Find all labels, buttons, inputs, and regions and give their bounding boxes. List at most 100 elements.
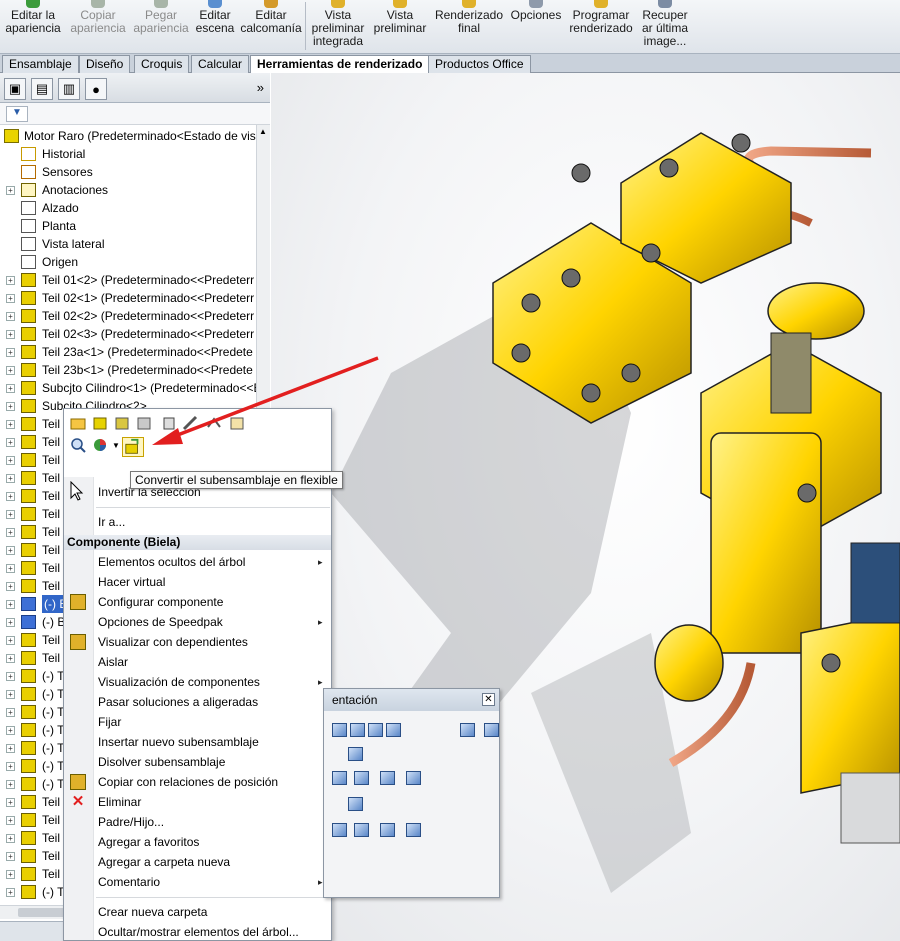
view-orientation-icon[interactable] — [380, 771, 395, 785]
open-assembly-icon[interactable] — [92, 415, 110, 431]
view-orientation-icon[interactable] — [368, 723, 383, 737]
schedule-render-button[interactable]: Programar renderizado — [567, 0, 635, 52]
menu-item[interactable]: Padre/Hijo... — [98, 812, 164, 832]
menu-item[interactable]: Eliminar — [98, 792, 141, 812]
expand-plus-icon[interactable]: + — [6, 654, 15, 663]
component-properties-icon[interactable] — [114, 415, 132, 431]
expand-plus-icon[interactable]: + — [6, 564, 15, 573]
menu-item[interactable]: Visualizar con dependientes — [98, 632, 248, 652]
expand-plus-icon[interactable]: + — [6, 672, 15, 681]
expand-plus-icon[interactable]: + — [6, 384, 15, 393]
display-states-icon[interactable] — [228, 415, 246, 431]
expand-plus-icon[interactable]: + — [6, 600, 15, 609]
appearance-manager-tab-icon[interactable]: ● — [85, 78, 107, 100]
chevron-down-icon[interactable]: ▼ — [112, 441, 120, 450]
expand-plus-icon[interactable]: + — [6, 690, 15, 699]
expand-plus-icon[interactable]: + — [6, 546, 15, 555]
menu-item[interactable]: Pasar soluciones a aligeradas — [98, 692, 258, 712]
menu-item[interactable]: Configurar componente — [98, 592, 223, 612]
close-icon[interactable]: ✕ — [482, 693, 495, 706]
menu-item[interactable]: Disolver subensamblaje — [98, 752, 225, 772]
edit-scene-button[interactable]: Editar escena — [193, 0, 237, 52]
menu-item[interactable]: Insertar nuevo subensamblaje — [98, 732, 259, 752]
edit-appearance-button[interactable]: Editar la apariencia — [2, 0, 64, 52]
recover-last-image-button[interactable]: Recuper ar última image... — [638, 0, 692, 52]
expand-plus-icon[interactable]: + — [6, 366, 15, 375]
copy-appearance-button[interactable]: Copiar apariencia — [68, 0, 128, 52]
edit-decal-button[interactable]: Editar calcomanía — [240, 0, 302, 52]
view-orientation-icon[interactable] — [348, 797, 363, 811]
view-orientation-icon[interactable] — [484, 723, 499, 737]
hide-components-icon[interactable] — [136, 415, 154, 431]
menu-item[interactable]: Visualización de componentes — [98, 672, 322, 692]
menu-hide-show-tree-items[interactable]: Ocultar/mostrar elementos del árbol... — [98, 922, 299, 941]
menu-item[interactable]: Fijar — [98, 712, 121, 732]
tab-render-tools[interactable]: Herramientas de renderizado — [250, 55, 430, 74]
expand-plus-icon[interactable]: + — [6, 294, 15, 303]
appearance-callout-icon[interactable] — [92, 437, 110, 453]
expand-plus-icon[interactable]: + — [6, 870, 15, 879]
menu-item[interactable]: Aislar — [98, 652, 128, 672]
view-orientation-icon[interactable] — [350, 723, 365, 737]
view-orientation-icon[interactable] — [460, 723, 475, 737]
view-orientation-icon[interactable] — [332, 823, 347, 837]
expand-plus-icon[interactable]: + — [6, 474, 15, 483]
view-orientation-icon[interactable] — [406, 771, 421, 785]
configurationmanager-tab-icon[interactable]: ▥ — [58, 78, 80, 100]
menu-create-folder[interactable]: Crear nueva carpeta — [98, 902, 207, 922]
expand-plus-icon[interactable]: + — [6, 312, 15, 321]
expand-plus-icon[interactable]: + — [6, 762, 15, 771]
tab-office-products[interactable]: Productos Office — [428, 55, 531, 73]
expand-plus-icon[interactable]: + — [6, 780, 15, 789]
expand-plus-icon[interactable]: + — [6, 798, 15, 807]
final-render-button[interactable]: Renderizado final — [433, 0, 505, 52]
expand-plus-icon[interactable]: + — [6, 744, 15, 753]
expand-plus-icon[interactable]: + — [6, 888, 15, 897]
expand-plus-icon[interactable]: + — [6, 492, 15, 501]
integrated-preview-button[interactable]: Vista preliminar integrada — [308, 0, 368, 52]
view-orientation-icon[interactable] — [332, 771, 347, 785]
expand-plus-icon[interactable]: + — [6, 582, 15, 591]
view-orientation-icon[interactable] — [354, 823, 369, 837]
expand-plus-icon[interactable]: + — [6, 618, 15, 627]
menu-item[interactable]: Agregar a carpeta nueva — [98, 852, 230, 872]
view-orientation-icon[interactable] — [332, 723, 347, 737]
expand-plus-icon[interactable]: + — [6, 186, 15, 195]
mate-icon[interactable] — [206, 415, 224, 431]
tab-assembly[interactable]: Ensamblaje — [2, 55, 79, 73]
view-orientation-icon[interactable] — [386, 723, 401, 737]
make-flexible-button[interactable] — [122, 437, 144, 457]
expand-plus-icon[interactable]: + — [6, 438, 15, 447]
menu-item[interactable]: Agregar a favoritos — [98, 832, 199, 852]
scroll-up-icon[interactable]: ▲ — [259, 127, 267, 136]
expand-plus-icon[interactable]: + — [6, 456, 15, 465]
tab-sketch[interactable]: Croquis — [134, 55, 190, 73]
menu-item[interactable]: Opciones de Speedpak — [98, 612, 322, 632]
menu-item[interactable]: Copiar con relaciones de posición — [98, 772, 278, 792]
filter-icon[interactable]: ▼ — [6, 106, 28, 122]
view-orientation-icon[interactable] — [354, 771, 369, 785]
open-part-icon[interactable] — [70, 415, 88, 431]
expand-plus-icon[interactable]: + — [6, 834, 15, 843]
edit-component-icon[interactable] — [182, 415, 200, 431]
menu-item[interactable]: Comentario — [98, 872, 323, 892]
expand-plus-icon[interactable]: + — [6, 708, 15, 717]
expand-plus-icon[interactable]: + — [6, 276, 15, 285]
expand-plus-icon[interactable]: + — [6, 330, 15, 339]
expand-plus-icon[interactable]: + — [6, 852, 15, 861]
tab-evaluate[interactable]: Calcular — [191, 55, 250, 73]
zoom-to-selection-icon[interactable] — [70, 437, 88, 453]
propertymanager-tab-icon[interactable]: ▤ — [31, 78, 53, 100]
suppress-icon[interactable] — [160, 415, 178, 431]
menu-item[interactable]: Elementos ocultos del árbol — [98, 552, 323, 572]
view-orientation-icon[interactable] — [406, 823, 421, 837]
menu-go-to[interactable]: Ir a... — [98, 512, 125, 532]
view-orientation-icon[interactable] — [380, 823, 395, 837]
paste-appearance-button[interactable]: Pegar apariencia — [131, 0, 191, 52]
expand-plus-icon[interactable]: + — [6, 402, 15, 411]
expand-panel-icon[interactable]: » — [257, 80, 264, 95]
expand-plus-icon[interactable]: + — [6, 726, 15, 735]
expand-plus-icon[interactable]: + — [6, 528, 15, 537]
options-button[interactable]: Opciones — [508, 0, 564, 52]
tab-layout[interactable]: Diseño — [79, 55, 131, 73]
